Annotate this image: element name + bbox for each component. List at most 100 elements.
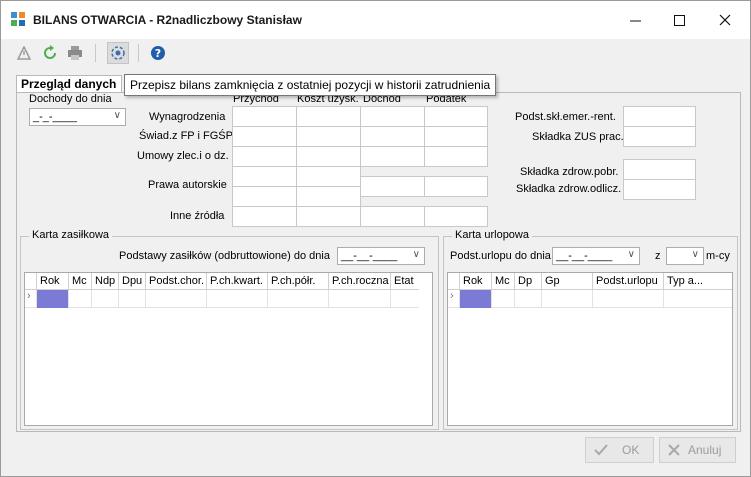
col-podst-urlopu[interactable]: Podst.urlopu (593, 273, 664, 290)
label-podst-skl: Podst.skł.emer.-rent. (515, 111, 616, 123)
podstawy-date-picker[interactable]: __-__-____ ∨ (337, 247, 425, 265)
field-skladka-zdrow-odlicz[interactable] (623, 179, 696, 200)
karta-urlopowa-group: Karta urlopowa Podst.urlopu do dnia __-_… (443, 229, 738, 430)
col-rok[interactable]: Rok (460, 273, 492, 290)
check-icon (594, 444, 608, 456)
cell-inne-podatek[interactable] (424, 206, 488, 227)
table-row[interactable]: › (448, 290, 732, 308)
col-dp[interactable]: Dp (515, 273, 542, 290)
row-indicator-icon: › (25, 290, 37, 308)
urlopowa-grid-header: Rok Mc Dp Gp Podst.urlopu Typ a... (448, 273, 732, 290)
cell-inne-przychod[interactable] (232, 206, 297, 227)
dialog-window: BILANS OTWARCIA - R2nadliczbowy Stanisła… (0, 0, 751, 477)
col-dpu[interactable]: Dpu (119, 273, 146, 290)
table-cell[interactable] (329, 290, 391, 308)
podstawy-date-value: __-__-____ (341, 250, 398, 262)
podst-urlopu-date-value: __-__-____ (556, 250, 613, 262)
maximize-button[interactable] (656, 1, 702, 39)
table-cell[interactable] (515, 290, 542, 308)
refresh-button[interactable] (39, 42, 61, 64)
main-panel: Dochody do dnia _-_-____ ∨ Przychód Kosz… (16, 92, 741, 432)
cell-inne-koszt[interactable] (296, 206, 361, 227)
karta-zasilkowa-group: Karta zasiłkowa Podstawy zasiłków (odbru… (20, 229, 439, 430)
dochody-date-picker[interactable]: _-_-____ ∨ (29, 108, 126, 126)
cell-prawa-koszt-1[interactable] (296, 166, 361, 187)
table-cell[interactable] (593, 290, 664, 308)
selected-cell[interactable] (460, 290, 492, 308)
cell-swiad-koszt[interactable] (296, 126, 361, 147)
cancel-button[interactable]: Anuluj (659, 437, 736, 463)
table-cell[interactable] (69, 290, 92, 308)
col-gp[interactable]: Gp (542, 273, 593, 290)
cell-umowy-dochod[interactable] (360, 146, 425, 167)
cell-umowy-podatek[interactable] (424, 146, 488, 167)
cell-wyn-podatek[interactable] (424, 106, 488, 127)
col-rok[interactable]: Rok (37, 273, 69, 290)
col-pch-roczna[interactable]: P.ch.roczna (329, 273, 391, 290)
help-icon: ? (151, 46, 165, 60)
col-mc[interactable]: Mc (492, 273, 515, 290)
col-ndp[interactable]: Ndp (92, 273, 119, 290)
table-cell[interactable] (542, 290, 593, 308)
row-indicator-header (25, 273, 37, 290)
zasilkowa-grid[interactable]: Rok Mc Ndp Dpu Podst.chor. P.ch.kwart. P… (24, 272, 433, 426)
cell-umowy-przychod[interactable] (232, 146, 297, 167)
cell-prawa-podatek[interactable] (424, 176, 488, 197)
close-x-icon (668, 444, 680, 456)
karta-zasilkowa-title: Karta zasiłkowa (29, 229, 113, 241)
minimize-button[interactable] (612, 1, 658, 39)
row-label-umowy: Umowy zlec.i o dz. (137, 150, 229, 162)
cell-prawa-przychod-2[interactable] (232, 186, 297, 207)
warning-button[interactable] (13, 42, 35, 64)
col-pch-polr[interactable]: P.ch.półr. (268, 273, 329, 290)
table-cell[interactable] (492, 290, 515, 308)
table-cell[interactable] (146, 290, 207, 308)
table-cell[interactable] (391, 290, 419, 308)
cell-swiad-podatek[interactable] (424, 126, 488, 147)
cell-wyn-koszt[interactable] (296, 106, 361, 127)
cell-inne-dochod[interactable] (360, 206, 425, 227)
cell-swiad-przychod[interactable] (232, 126, 297, 147)
chevron-down-icon: ∨ (627, 249, 635, 260)
tab-przeglad-danych[interactable]: Przegląd danych (16, 75, 122, 93)
field-skladka-zdrow-pobr[interactable] (623, 159, 696, 180)
field-podst-skl[interactable] (623, 106, 696, 127)
cell-prawa-koszt-2[interactable] (296, 186, 361, 207)
cell-swiad-dochod[interactable] (360, 126, 425, 147)
col-etat[interactable]: Etat (391, 273, 419, 290)
table-cell[interactable] (207, 290, 268, 308)
help-button[interactable]: ? (147, 42, 169, 64)
col-pch-kwart[interactable]: P.ch.kwart. (207, 273, 268, 290)
cell-wyn-przychod[interactable] (232, 106, 297, 127)
mcy-label: m-cy (706, 250, 730, 262)
cell-prawa-przychod-1[interactable] (232, 166, 297, 187)
toolbar: ? (1, 39, 750, 67)
col-typ[interactable]: Typ a... (664, 273, 732, 290)
urlopowa-grid[interactable]: Rok Mc Dp Gp Podst.urlopu Typ a... › (447, 272, 733, 426)
field-skladka-zus[interactable] (623, 126, 696, 147)
copy-closing-balance-button[interactable] (107, 42, 129, 64)
selected-cell[interactable] (37, 290, 69, 308)
cell-prawa-dochod[interactable] (360, 176, 425, 197)
label-skladka-zdrow-odlicz: Składka zdrow.odlicz. (516, 183, 622, 195)
refresh-icon (44, 45, 56, 59)
close-button[interactable] (702, 1, 748, 39)
printer-icon (68, 46, 82, 60)
podstawy-zasilkow-label: Podstawy zasiłków (odbruttowione) do dni… (119, 250, 330, 262)
print-button[interactable] (64, 42, 86, 64)
col-mc[interactable]: Mc (69, 273, 92, 290)
table-row[interactable]: › (25, 290, 419, 308)
table-cell[interactable] (664, 290, 732, 308)
app-icon (11, 12, 25, 26)
months-select[interactable]: ∨ (666, 247, 704, 265)
table-cell[interactable] (92, 290, 119, 308)
window-title: BILANS OTWARCIA - R2nadliczbowy Stanisła… (33, 13, 302, 27)
table-cell[interactable] (268, 290, 329, 308)
ok-button[interactable]: OK (585, 437, 654, 463)
cell-umowy-koszt[interactable] (296, 146, 361, 167)
col-podst-chor[interactable]: Podst.chor. (146, 273, 207, 290)
podst-urlopu-date-picker[interactable]: __-__-____ ∨ (552, 247, 640, 265)
table-cell[interactable] (119, 290, 146, 308)
cell-wyn-dochod[interactable] (360, 106, 425, 127)
toolbar-separator (138, 44, 139, 62)
